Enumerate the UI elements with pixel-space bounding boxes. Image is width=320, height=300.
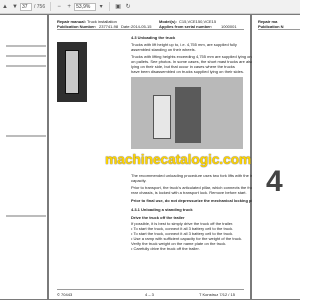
truck-on-pallet-photo <box>131 77 243 149</box>
drive-title: Drive the truck off the trailer <box>131 215 185 220</box>
toolbar-divider <box>50 2 52 11</box>
document-page: Repair manual: Truck installation Model(… <box>49 15 269 299</box>
page-total: / 756 <box>34 3 46 10</box>
section-title: 4.3 Unloading the truck <box>131 35 176 40</box>
intro-line: assembled standing on their wheels. <box>131 47 196 52</box>
page-number-input[interactable]: 37 <box>20 2 32 11</box>
drive-line: • Carefully drive the truck off the trai… <box>131 246 200 251</box>
footer-divider <box>57 289 244 290</box>
footer-right: T Konstruz 7/12 / 15 <box>199 292 235 297</box>
document-viewer[interactable]: Repair manual: Truck installation Model(… <box>0 14 300 300</box>
toolbar-divider <box>109 2 111 11</box>
intro-line: have been disassembled on trucks supplie… <box>131 69 244 74</box>
recommendation-line: capacity. <box>131 178 147 183</box>
footer-left: © 70443 <box>57 292 73 297</box>
subsection-title: 4.3.1 Unloading a standing truck <box>131 207 193 212</box>
chevron-down-icon[interactable]: ▾ <box>96 2 106 12</box>
pdf-toolbar: ▲ ▼ 37 / 756 − + 53,9% ▾ ▣ ↻ <box>0 0 300 14</box>
warning-line: Prior to final use, do not depressurize … <box>131 198 257 203</box>
rotate-icon[interactable]: ↻ <box>123 2 133 12</box>
zoom-out-icon[interactable]: − <box>54 2 64 12</box>
zoom-level-input[interactable]: 53,9% <box>74 2 97 11</box>
chevron-down-icon[interactable]: ▼ <box>10 2 20 12</box>
header-divider <box>57 29 244 30</box>
chevron-up-icon[interactable]: ▲ <box>0 2 10 12</box>
recommendation-line: rear chassis, is locked with a transport… <box>131 190 247 195</box>
right-header-divider <box>258 29 300 30</box>
truck-photo <box>57 42 87 102</box>
recommendation-line: The recommended unloading procedure uses… <box>131 173 266 178</box>
previous-page[interactable] <box>0 15 47 299</box>
page-number: 4 – 3 <box>145 292 154 297</box>
zoom-in-icon[interactable]: + <box>64 2 74 12</box>
fit-page-icon[interactable]: ▣ <box>113 2 123 12</box>
chapter-number: 4 <box>266 165 283 198</box>
next-page[interactable]: Repair ma Publication N 4 <box>252 15 300 299</box>
